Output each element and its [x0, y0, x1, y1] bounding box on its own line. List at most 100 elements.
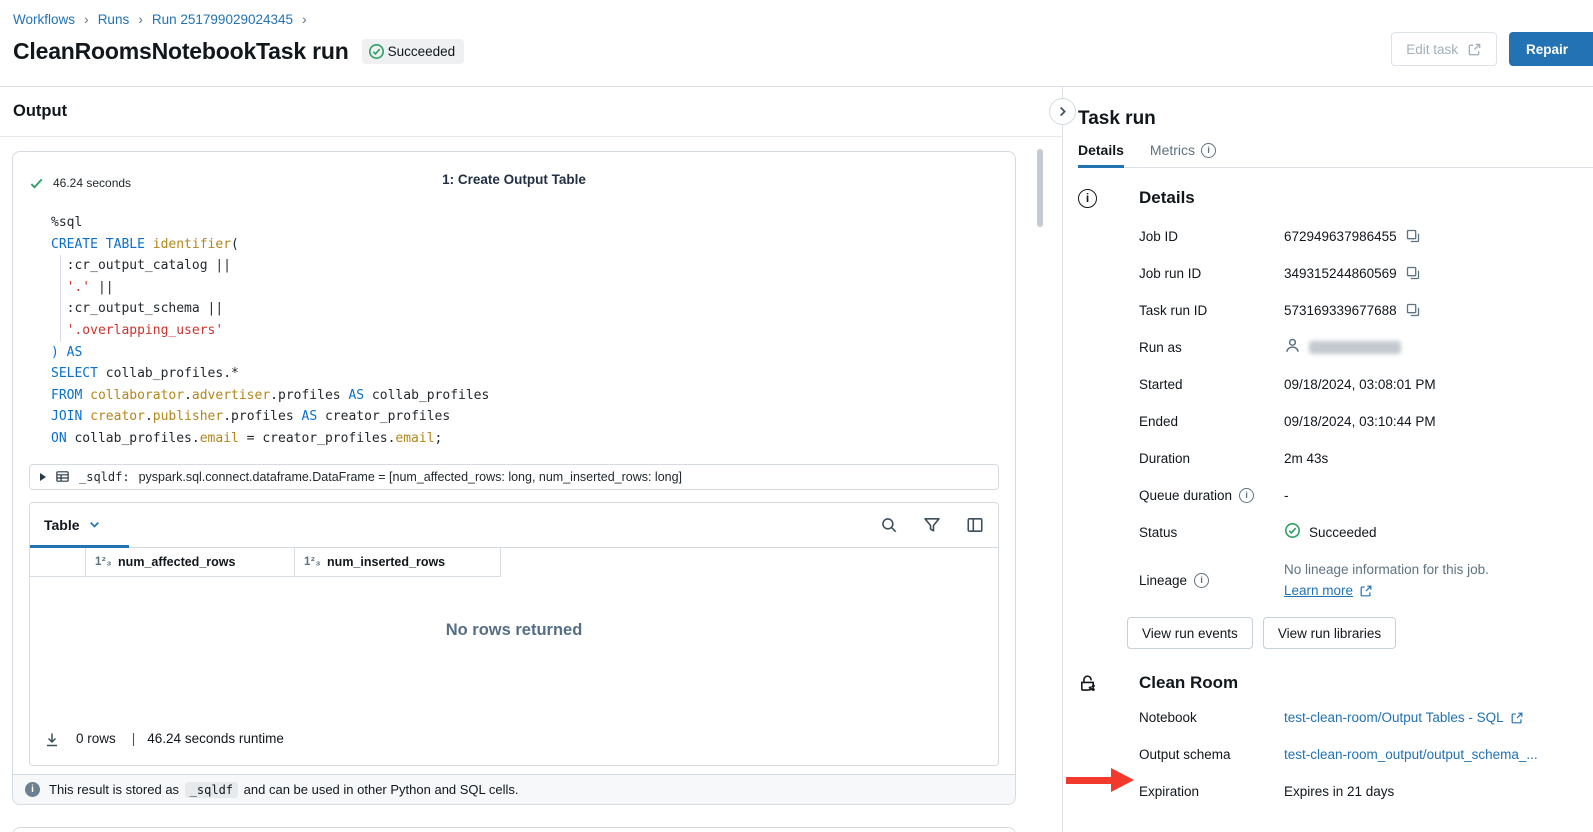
detail-value: 2m 43s: [1284, 448, 1328, 469]
code-line: %sql: [51, 212, 999, 234]
scrollbar-thumb[interactable]: [1037, 149, 1043, 227]
lineage-message: No lineage information for this job.: [1284, 559, 1489, 580]
info-icon: i: [1201, 143, 1216, 158]
detail-value: 672949637986455: [1284, 226, 1421, 247]
status-check-icon: [368, 43, 385, 60]
details-info-icon: i: [1078, 189, 1097, 208]
active-tab-underline: [30, 545, 129, 548]
breadcrumb-separator: ›: [84, 11, 89, 27]
chevron-down-icon: [88, 518, 101, 531]
detail-label: Run as: [1139, 337, 1284, 358]
clean-room-section-title: Clean Room: [1139, 673, 1238, 693]
status-badge: Succeeded: [362, 39, 465, 64]
clean-room-value: test-clean-room/Output Tables - SQL: [1284, 707, 1524, 728]
collapse-panel-button[interactable]: [1049, 98, 1076, 125]
row-index-header-cell[interactable]: [30, 548, 86, 577]
column-header-num_inserted_rows[interactable]: 1²₃num_inserted_rows: [295, 548, 501, 577]
page-title: CleanRoomsNotebookTask run: [13, 38, 349, 65]
cell-footer-note: i This result is stored as _sqldf and ca…: [13, 774, 1015, 804]
task-run-tabs: Details Metricsi: [1078, 142, 1593, 168]
external-link-icon: [1467, 42, 1482, 57]
tab-metrics[interactable]: Metricsi: [1150, 142, 1216, 167]
dataframe-result-expander[interactable]: _sqldf: pyspark.sql.connect.dataframe.Da…: [29, 464, 999, 490]
clean-room-value: test-clean-room_output/output_schema_...: [1284, 744, 1538, 765]
external-link-icon: [1359, 584, 1373, 598]
detail-label: Status: [1139, 522, 1284, 543]
detail-label: Queue durationi: [1139, 485, 1284, 506]
copy-icon[interactable]: [1405, 302, 1421, 318]
clean-room-row: Notebooktest-clean-room/Output Tables - …: [1139, 707, 1593, 728]
detail-row: Started09/18/2024, 03:08:01 PM: [1139, 374, 1593, 395]
breadcrumb-link-1[interactable]: Runs: [98, 12, 130, 27]
detail-value: -: [1284, 485, 1289, 506]
chevron-right-icon: [1056, 105, 1069, 118]
download-icon[interactable]: [44, 732, 60, 748]
details-buttons: View run events View run libraries: [1127, 617, 1593, 649]
detail-row: Ended09/18/2024, 03:10:44 PM: [1139, 411, 1593, 432]
tab-details[interactable]: Details: [1078, 142, 1124, 167]
detail-value: 09/18/2024, 03:08:01 PM: [1284, 374, 1436, 395]
breadcrumb-link-2[interactable]: Run 251799029024345: [152, 12, 293, 27]
filter-icon[interactable]: [923, 516, 941, 534]
detail-label: Lineagei: [1139, 559, 1284, 601]
column-header-num_affected_rows[interactable]: 1²₃num_affected_rows: [86, 548, 295, 577]
detail-row: StatusSucceeded: [1139, 522, 1593, 543]
table-view-dropdown[interactable]: Table: [44, 517, 101, 533]
next-cell-stub: [12, 827, 1016, 832]
status-badge-label: Succeeded: [388, 44, 456, 59]
clean-room-label: Output schema: [1139, 744, 1284, 765]
detail-label: Job run ID: [1139, 263, 1284, 284]
clean-room-row: Output schematest-clean-room_output/outp…: [1139, 744, 1593, 765]
detail-row: Duration2m 43s: [1139, 448, 1593, 469]
detail-label: Ended: [1139, 411, 1284, 432]
notebook-cell: 46.24 seconds 1: Create Output Table %sq…: [12, 151, 1016, 805]
repair-button[interactable]: Repair: [1509, 32, 1593, 66]
table-grid-icon: [55, 469, 70, 484]
detail-value: Succeeded: [1284, 522, 1377, 543]
cell-title: 1: Create Output Table: [13, 172, 1015, 187]
runtime-label: 46.24 seconds runtime: [147, 731, 284, 746]
edit-task-button[interactable]: Edit task: [1391, 32, 1497, 66]
clean-room-value: Expires in 21 days: [1284, 781, 1394, 802]
code-line: '.' ||: [51, 277, 999, 299]
detail-row: Job run ID349315244860569: [1139, 263, 1593, 284]
number-type-icon: 1²₃: [95, 556, 112, 568]
clean-room-label: Expiration: [1139, 781, 1284, 802]
results-header-row: 1²₃num_affected_rows1²₃num_inserted_rows: [30, 548, 998, 577]
detail-label: Started: [1139, 374, 1284, 395]
details-rows: Job ID672949637986455 Job run ID349315244…: [1139, 226, 1593, 601]
clean-room-row: ExpirationExpires in 21 days: [1139, 781, 1593, 802]
detail-row: Queue durationi-: [1139, 485, 1593, 506]
code-line: JOIN creator.publisher.profiles AS creat…: [51, 406, 999, 428]
detail-row: Task run ID573169339677688: [1139, 300, 1593, 321]
learn-more-link[interactable]: Learn more: [1284, 580, 1373, 601]
number-type-icon: 1²₃: [304, 556, 321, 568]
view-run-libraries-button[interactable]: View run libraries: [1263, 617, 1396, 649]
detail-value: 573169339677688: [1284, 300, 1421, 321]
detail-row: LineageiNo lineage information for this …: [1139, 559, 1593, 601]
detail-label: Duration: [1139, 448, 1284, 469]
code-line: :cr_output_schema ||: [51, 298, 999, 320]
person-icon: [1284, 337, 1301, 354]
copy-icon[interactable]: [1405, 265, 1421, 281]
breadcrumb-link-0[interactable]: Workflows: [13, 12, 75, 27]
output-schema-link[interactable]: test-clean-room_output/output_schema_...: [1284, 744, 1538, 765]
info-icon: i: [1239, 488, 1254, 503]
view-run-events-button[interactable]: View run events: [1127, 617, 1253, 649]
details-section-title: Details: [1139, 188, 1195, 208]
notebook-link[interactable]: test-clean-room/Output Tables - SQL: [1284, 707, 1524, 728]
info-icon: i: [25, 782, 40, 797]
detail-row: Run as: [1139, 337, 1593, 358]
detail-row: Job ID672949637986455: [1139, 226, 1593, 247]
code-line: ON collab_profiles.email = creator_profi…: [51, 428, 999, 450]
top-bar: Workflows›Runs›Run 251799029024345› Clea…: [0, 0, 1593, 86]
status-check-icon: [1284, 522, 1301, 539]
clean-room-rows: Notebooktest-clean-room/Output Tables - …: [1139, 707, 1593, 802]
expand-triangle-icon: [40, 473, 46, 481]
search-icon[interactable]: [880, 516, 898, 534]
columns-icon[interactable]: [966, 516, 984, 534]
redacted-user-name: [1309, 341, 1401, 354]
detail-value: 09/18/2024, 03:10:44 PM: [1284, 411, 1436, 432]
empty-results-message: No rows returned: [30, 577, 998, 730]
copy-icon[interactable]: [1405, 228, 1421, 244]
